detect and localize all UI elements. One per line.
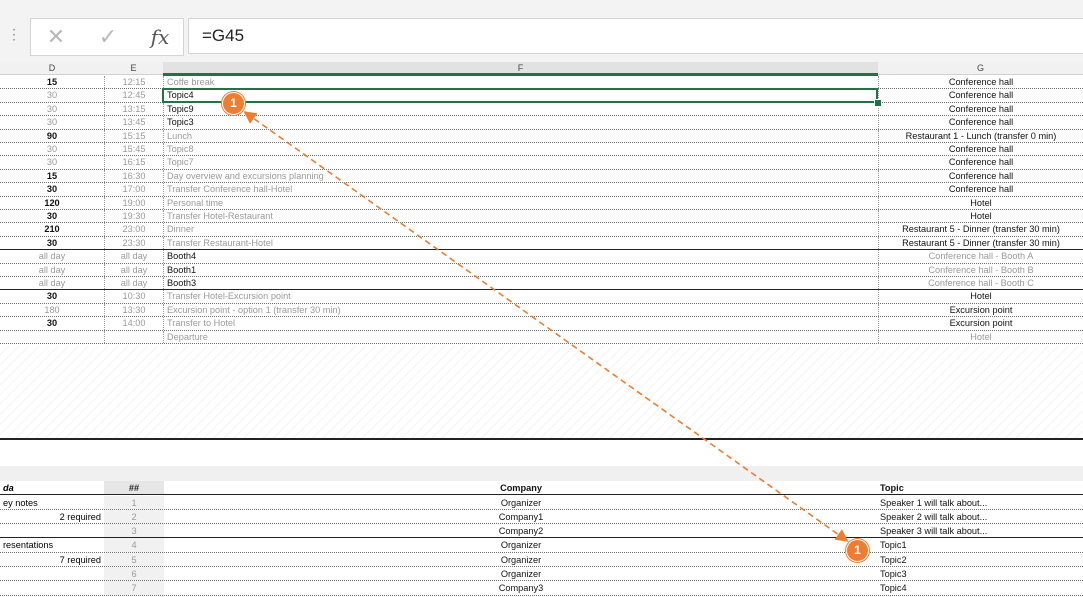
callout-badge-start: 1 xyxy=(222,92,245,115)
reference-arrow xyxy=(243,111,849,542)
callout-badge-end: 1 xyxy=(846,539,869,562)
arrow-line xyxy=(243,111,849,542)
